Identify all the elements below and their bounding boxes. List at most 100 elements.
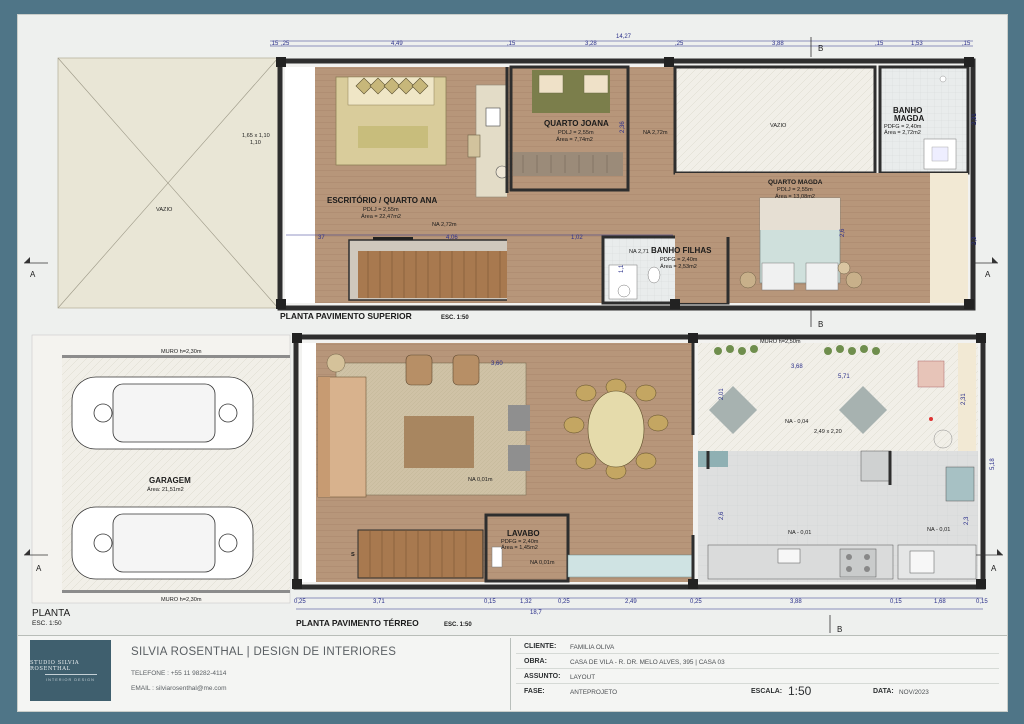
section-b-mid: B [818, 320, 823, 329]
dining-table [587, 390, 645, 468]
magda-area: Área = 13,08m2 [775, 193, 815, 200]
escritorio-na: NA 2,72m [432, 222, 457, 228]
data-key: DATA: [873, 688, 894, 695]
muro-top: MURO h=2,30m [161, 349, 202, 355]
dim-ground-2: 1,32 [520, 599, 532, 605]
dim-ground-s4: 0,25 [690, 599, 702, 605]
joana-pd: PDLJ = 2,55m [558, 130, 594, 136]
dim-upper-2: 3,28 [585, 41, 597, 47]
dim-upper-mid-1: 4,06 [446, 235, 458, 241]
terrace-na: NA - 0,04 [785, 419, 808, 425]
dim-ground-s6: 0,15 [976, 599, 988, 605]
section-b-bottom: B [837, 625, 842, 634]
kitchen-na-1: NA - 0,01 [788, 530, 811, 536]
stair-mark-ground: S [351, 552, 355, 558]
section-b-top: B [818, 44, 823, 53]
obra-key: OBRA: [524, 658, 547, 665]
studio-logo: STUDIO SILVIA ROSENTHAL INTERIOR DESIGN [30, 640, 111, 701]
title-block: STUDIO SILVIA ROSENTHAL INTERIOR DESIGN … [18, 635, 1007, 711]
banho-filhas-area: Área = 2,53m2 [660, 263, 697, 270]
studio-email: EMAIL : silviarosenthal@me.com [131, 685, 227, 692]
dim-upper-s6: ,15 [962, 41, 971, 47]
dim-upper-1: 4,49 [391, 41, 403, 47]
label-banho-magda-2: MAGDA [894, 114, 924, 123]
studio-name: SILVIA ROSENTHAL | DESIGN DE INTERIORES [131, 646, 397, 658]
dim-upper-s3: ,15 [507, 41, 516, 47]
label-magda: QUARTO MAGDA [768, 179, 823, 186]
dim-ground-5: 1,68 [934, 599, 946, 605]
dim-upper-mid-3: 37 [318, 235, 325, 241]
fase-value: ANTEPROJETO [570, 689, 618, 696]
escritorio-area: Área = 22,47m2 [361, 213, 401, 220]
magda-pd: PDLJ = 2,55m [777, 187, 813, 193]
upper-floor: VAZIO 1,65 x 1,10 1,10 VAZIO [57, 57, 976, 311]
dim-ground-v2: 2,6 [719, 511, 725, 520]
dim-ground-1: 3,71 [373, 599, 385, 605]
dim-ground-s3: 0,25 [558, 599, 570, 605]
label-lavabo: LAVABO [507, 529, 540, 538]
site-plan-title: PLANTA [32, 608, 70, 619]
fase-key: FASE: [524, 688, 545, 695]
cliente-value: FAMILIA OLIVA [570, 644, 615, 651]
upper-plan-title: PLANTA PAVIMENTO SUPERIOR [280, 311, 412, 321]
cliente-key: CLIENTE: [524, 643, 557, 650]
dim-upper-right-2: 2,3 [972, 236, 978, 245]
section-a-ground-left: A [36, 564, 42, 573]
dim-ground-4: 3,88 [790, 599, 802, 605]
dim-ground-s5: 0,15 [890, 599, 902, 605]
garagem-area: Área: 21,51m2 [147, 486, 184, 493]
assunto-key: ASSUNTO: [524, 673, 561, 680]
logo-line-1: STUDIO SILVIA ROSENTHAL [30, 659, 80, 672]
ground-plan-scale: ESC. 1:50 [444, 622, 472, 628]
section-a-ground-right: A [991, 564, 997, 573]
lavabo-area: Área = 1,45m2 [501, 544, 538, 551]
logo-line-2: INTERIOR DESIGN [46, 677, 95, 682]
data-value: NOV/2023 [899, 689, 929, 696]
banho-filhas-na: NA 2,71 [629, 249, 649, 255]
dim-upper-3: 3,88 [772, 41, 784, 47]
section-a-upper-right: A [985, 270, 991, 279]
dim-upper-4: 1,53 [911, 41, 923, 47]
car-2 [71, 506, 254, 580]
upper-plan-scale: ESC. 1:50 [441, 315, 469, 321]
dim-ground-v1: 2,01 [719, 388, 725, 400]
label-joana: QUARTO JOANA [544, 119, 609, 128]
dim-upper-s4: ,25 [675, 41, 684, 47]
muro-bottom: MURO h=2,30m [161, 597, 202, 603]
living-na: NA 0,01m [468, 477, 493, 483]
dim-ground-3: 2,49 [625, 599, 637, 605]
dim-ground-v3: 2,3 [964, 516, 970, 525]
studio-phone: TELEFONE : +55 11 98282-4114 [131, 670, 227, 677]
void-label: VAZIO [156, 207, 173, 213]
label-escritorio: ESCRITÓRIO / QUARTO ANA [327, 196, 437, 205]
window-spec-2: 1,10 [250, 140, 261, 146]
dim-ground-s1: 0,25 [294, 599, 306, 605]
floor-plan-drawing: VAZIO 1,65 x 1,10 1,10 VAZIO ESCRITÓRIO … [24, 34, 1003, 634]
label-banho-filhas: BANHO FILHAS [651, 246, 712, 255]
dim-upper-s1: ,15 [270, 41, 279, 47]
banho-magda-area: Área = 2,72m2 [884, 129, 921, 136]
escritorio-pd: PDLJ = 2,55m [363, 207, 399, 213]
drawing-sheet: VAZIO 1,65 x 1,10 1,10 VAZIO ESCRITÓRIO … [17, 14, 1008, 712]
escala-value: 1:50 [788, 684, 812, 698]
muro-terrace: MURO h=2,50m [760, 339, 801, 345]
terrace-dim: 2,49 x 2,20 [814, 429, 842, 435]
section-a-upper-left: A [30, 270, 36, 279]
window-spec: 1,65 x 1,10 [242, 133, 270, 139]
dim-upper-s5: ,15 [875, 41, 884, 47]
dim-upper-total: 14,27 [616, 34, 632, 40]
kitchen-na-2: NA - 0,01 [927, 527, 950, 533]
car-1 [71, 376, 254, 450]
lavabo-na: NA 0,01m [530, 560, 555, 566]
dim-upper-v1: 2,36 [620, 121, 626, 133]
dim-ground-top-2: 5,71 [838, 374, 850, 380]
joana-na: NA 2,72m [643, 130, 668, 136]
ground-plan-title: PLANTA PAVIMENTO TÉRREO [296, 618, 419, 628]
site-plan-scale: ESC. 1:50 [32, 620, 62, 627]
assunto-value: LAYOUT [570, 674, 596, 681]
dim-ground-right-1: 5,18 [990, 458, 996, 470]
dim-upper-v2: 2,6 [840, 228, 846, 237]
dim-ground-top-3: 3,60 [491, 361, 503, 367]
obra-value: CASA DE VILA - R. DR. MELO ALVES, 395 | … [570, 659, 725, 666]
dim-upper-mid-2: 1,02 [571, 235, 583, 241]
